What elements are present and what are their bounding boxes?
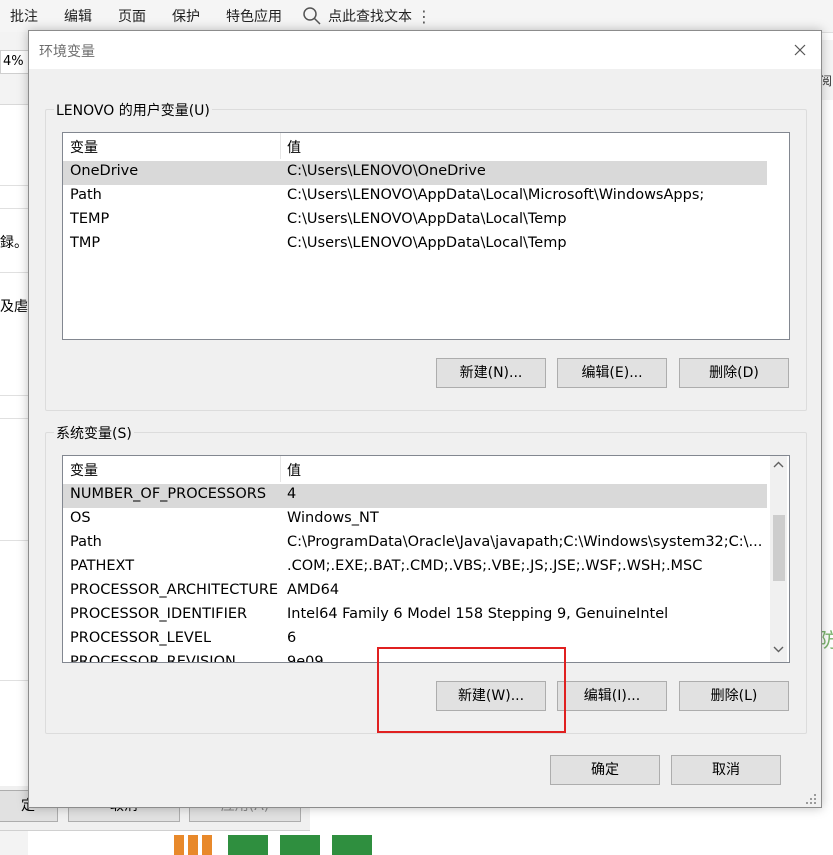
background-text-fragment: 録。 [0, 235, 28, 251]
column-divider[interactable] [280, 456, 281, 482]
variable-name: Path [70, 187, 102, 203]
variable-name: OneDrive [70, 163, 139, 179]
cancel-button[interactable]: 取消 [671, 755, 781, 785]
table-row[interactable]: TMP C:\Users\LENOVO\AppData\Local\Temp [63, 233, 767, 257]
user-edit-button[interactable]: 编辑(E)... [557, 358, 667, 388]
divider [0, 418, 28, 419]
variable-value: C:\Users\LENOVO\AppData\Local\Microsoft\… [287, 187, 705, 203]
list-header: 变量 值 [63, 133, 767, 159]
resize-grip-icon[interactable] [804, 792, 818, 806]
divider [0, 208, 28, 209]
column-header-value[interactable]: 值 [287, 137, 301, 157]
system-variables-list[interactable]: 变量 值 NUMBER_OF_PROCESSORS 4 OS Windows_N… [62, 455, 790, 663]
zoom-field[interactable]: 4% [0, 50, 30, 74]
variable-name: PROCESSOR_LEVEL [70, 630, 212, 646]
search-label: 点此查找文本 [328, 9, 412, 25]
column-divider[interactable] [280, 133, 281, 159]
more-options-icon[interactable]: ⋮ [416, 7, 432, 26]
variable-value: AMD64 [287, 582, 340, 598]
variable-name: Path [70, 534, 102, 550]
user-new-button[interactable]: 新建(N)... [436, 358, 546, 388]
scroll-up-icon[interactable] [770, 456, 787, 473]
scrollbar-thumb[interactable] [773, 515, 785, 581]
list-header: 变量 值 [63, 456, 767, 482]
system-edit-button[interactable]: 编辑(I)... [557, 681, 667, 711]
close-icon[interactable] [789, 39, 811, 61]
column-header-variable[interactable]: 变量 [70, 460, 98, 480]
dialog-title: 环境变量 [39, 44, 95, 60]
variable-name: PROCESSOR_ARCHITECTURE [70, 582, 279, 598]
menu-protect[interactable]: 保护 [172, 6, 200, 26]
variable-value: Intel64 Family 6 Model 158 Stepping 9, G… [287, 606, 669, 622]
background-settings-panel [0, 104, 28, 825]
user-delete-button[interactable]: 删除(D) [679, 358, 789, 388]
table-row[interactable]: PATHEXT .COM;.EXE;.BAT;.CMD;.VBS;.VBE;.J… [63, 556, 767, 580]
table-row[interactable]: NUMBER_OF_PROCESSORS 4 [63, 484, 767, 508]
table-row[interactable]: Path C:\ProgramData\Oracle\Java\javapath… [63, 532, 767, 556]
highlight-annotation-box [377, 647, 566, 733]
variable-value: C:\Users\LENOVO\AppData\Local\Temp [287, 235, 567, 251]
table-row[interactable]: OneDrive C:\Users\LENOVO\OneDrive [63, 161, 767, 185]
ok-button[interactable]: 确定 [550, 755, 660, 785]
user-variables-label: LENOVO 的用户变量(U) [54, 100, 212, 120]
menu-page[interactable]: 页面 [118, 6, 146, 26]
app-menu-bar: 批注 编辑 页面 保护 特色应用 点此查找文本 ⋮ [0, 0, 833, 33]
variable-value: 4 [287, 486, 297, 502]
variable-name: NUMBER_OF_PROCESSORS [70, 486, 267, 502]
system-delete-button[interactable]: 删除(L) [679, 681, 789, 711]
table-row[interactable]: Path C:\Users\LENOVO\AppData\Local\Micro… [63, 185, 767, 209]
divider [0, 680, 28, 681]
variable-value: .COM;.EXE;.BAT;.CMD;.VBS;.VBE;.JS;.JSE;.… [287, 558, 703, 574]
menu-annotate[interactable]: 批注 [10, 6, 38, 26]
variable-value: C:\ProgramData\Oracle\Java\javapath;C:\W… [287, 534, 763, 550]
find-text-search[interactable]: 点此查找文本 ⋮ [302, 6, 432, 26]
search-icon [303, 7, 321, 25]
menu-features[interactable]: 特色应用 [226, 6, 282, 26]
variable-name: TEMP [70, 211, 110, 227]
variable-value: 6 [287, 630, 297, 646]
variable-value: C:\Users\LENOVO\AppData\Local\Temp [287, 211, 567, 227]
variable-name: OS [70, 510, 91, 526]
variable-name: PATHEXT [70, 558, 135, 574]
user-variables-group: LENOVO 的用户变量(U) 变量 值 OneDrive C:\Users\L… [45, 100, 807, 411]
divider [0, 272, 28, 273]
column-header-variable[interactable]: 变量 [70, 137, 98, 157]
divider [0, 185, 28, 186]
table-row[interactable]: OS Windows_NT [63, 508, 767, 532]
variable-value: Windows_NT [287, 510, 379, 526]
background-text-fragment: 及虐 [0, 299, 28, 315]
divider [0, 395, 28, 396]
table-row[interactable]: PROCESSOR_ARCHITECTURE AMD64 [63, 580, 767, 604]
scroll-down-icon[interactable] [770, 641, 787, 658]
variable-name: TMP [70, 235, 101, 251]
column-header-value[interactable]: 值 [287, 460, 301, 480]
dialog-titlebar[interactable]: 环境变量 [29, 31, 821, 69]
brand-logo [168, 833, 388, 855]
variable-name: PROCESSOR_REVISION [70, 654, 236, 663]
system-variables-label: 系统变量(S) [54, 423, 134, 443]
vertical-scrollbar[interactable] [770, 456, 787, 662]
menu-edit[interactable]: 编辑 [64, 6, 92, 26]
variable-name: PROCESSOR_IDENTIFIER [70, 606, 248, 622]
divider [0, 540, 28, 541]
table-row[interactable]: TEMP C:\Users\LENOVO\AppData\Local\Temp [63, 209, 767, 233]
user-variables-list[interactable]: 变量 值 OneDrive C:\Users\LENOVO\OneDrive P… [62, 132, 790, 340]
variable-value: C:\Users\LENOVO\OneDrive [287, 163, 486, 179]
table-row[interactable]: PROCESSOR_IDENTIFIER Intel64 Family 6 Mo… [63, 604, 767, 628]
